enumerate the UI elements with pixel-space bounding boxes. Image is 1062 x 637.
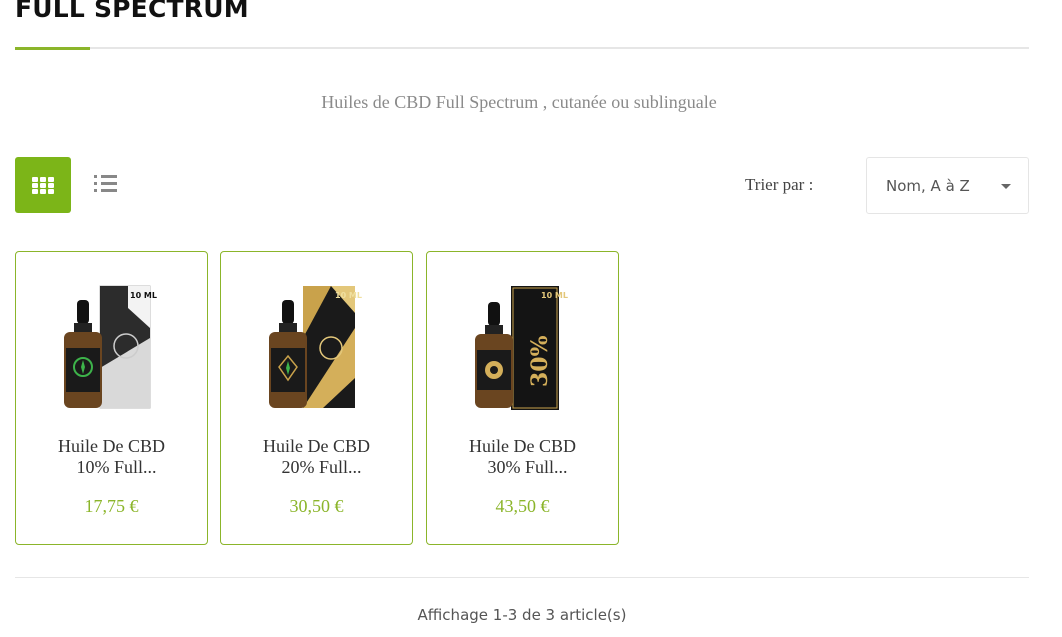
product-name[interactable]: Huile De CBD 10% Full... (16, 436, 207, 478)
title-accent-bar (15, 47, 90, 50)
product-card[interactable]: 10 ML Huile De CBD 20% Full... 30,50 € (220, 251, 413, 545)
bottom-divider (15, 577, 1029, 578)
pagination-summary: Affichage 1-3 de 3 article(s) (417, 606, 627, 624)
product-image[interactable]: 10 ML (38, 268, 186, 418)
chevron-down-icon (1001, 184, 1011, 189)
box-label: 10 ML (541, 291, 568, 300)
sort-select[interactable]: Nom, A à Z (866, 157, 1029, 214)
product-price: 17,75 € (84, 496, 139, 516)
box-label: 10 ML (130, 291, 157, 300)
product-card[interactable]: 10 ML 30% Huile De CBD 30% Full... 43,50… (426, 251, 619, 545)
product-name[interactable]: Huile De CBD 30% Full... (427, 436, 618, 478)
product-name[interactable]: Huile De CBD 20% Full... (221, 436, 412, 478)
product-image[interactable]: 10 ML (243, 268, 391, 418)
list-view-button[interactable] (92, 172, 120, 198)
product-card[interactable]: 10 ML Huile De CBD 10% Full... 17,75 € (15, 251, 208, 545)
grid-view-button[interactable] (15, 157, 71, 213)
sort-label: Trier par : (745, 175, 814, 194)
page-title: FULL SPECTRUM (15, 0, 249, 23)
sort-selected-value: Nom, A à Z (886, 177, 970, 195)
list-icon (92, 175, 117, 178)
box-percent-mark: 30% (527, 335, 553, 387)
grid-icon (32, 176, 54, 194)
title-divider (15, 47, 1029, 49)
product-price: 30,50 € (289, 496, 344, 516)
box-label: 10 ML (335, 291, 362, 300)
product-image[interactable]: 10 ML 30% (449, 268, 597, 418)
product-price: 43,50 € (495, 496, 550, 516)
category-description: Huiles de CBD Full Spectrum , cutanée ou… (321, 92, 717, 112)
